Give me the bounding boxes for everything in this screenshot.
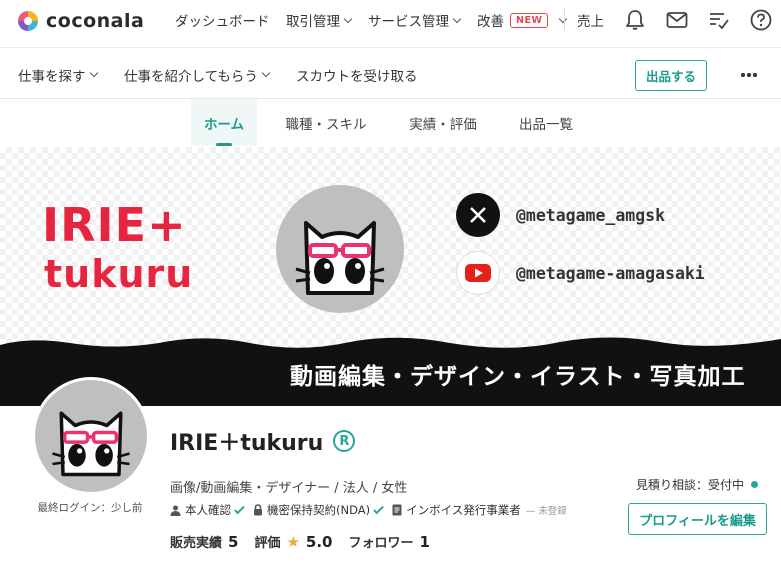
nav-improve[interactable]: 改善 NEW <box>477 0 568 40</box>
nav-get-referred[interactable]: 仕事を紹介してもらう <box>124 50 271 99</box>
profile-stats: 販売実績 5 評価 ★ 5.0 フォロワー 1 <box>170 532 446 551</box>
status-dot <box>751 481 759 488</box>
stat-followers-label: フォロワー <box>348 536 414 551</box>
mail-icon[interactable] <box>666 9 688 31</box>
chevron-down-icon <box>261 68 271 78</box>
nav-sales[interactable]: 売上 <box>577 0 604 40</box>
verification-nda-label: 機密保持契約(NDA) <box>267 503 371 517</box>
top-bar: coconala ダッシュボード 取引管理 サービス管理 改善 NEW 売上 <box>0 0 781 48</box>
banner-brand-line1: IRIE+ <box>42 198 187 252</box>
nav-transactions-label: 取引管理 <box>286 14 340 30</box>
nav-dashboard[interactable]: ダッシュボード <box>175 0 270 40</box>
nav-divider <box>564 8 565 30</box>
stat-sales[interactable]: 販売実績 5 <box>170 532 238 551</box>
verification-identity: 本人確認 <box>170 502 245 518</box>
lock-icon <box>253 504 263 516</box>
stat-rating[interactable]: 評価 ★ 5.0 <box>254 532 332 551</box>
new-badge: NEW <box>510 12 549 28</box>
profile-name: IRIE＋tukuru R <box>170 425 356 457</box>
profile-cover-banner: IRIE+ tukuru @metagame_amgsk @metagame-a… <box>0 147 781 406</box>
chevron-down-icon <box>343 14 353 23</box>
estimate-status: 見積り相談：受付中 <box>636 476 759 493</box>
profile-tabs: ホーム 職種・スキル 実績・評価 出品一覧 <box>0 99 781 146</box>
stat-sales-label: 販売実績 <box>170 536 223 551</box>
youtube-icon[interactable] <box>456 251 500 295</box>
x-handle: @metagame_amgsk <box>516 205 666 225</box>
logo-text: coconala <box>46 10 145 32</box>
tab-home[interactable]: ホーム <box>191 99 257 146</box>
social-youtube-row: @metagame-amagasaki <box>456 251 705 295</box>
nav-find-work-label: 仕事を探す <box>18 68 86 85</box>
nav-services[interactable]: サービス管理 <box>368 0 462 40</box>
social-x-row: @metagame_amgsk <box>456 193 665 237</box>
registered-mark-icon: R <box>333 430 356 452</box>
edit-profile-button[interactable]: プロフィールを編集 <box>628 503 767 535</box>
tab-listings[interactable]: 出品一覧 <box>505 99 587 146</box>
post-service-button[interactable]: 出品する <box>635 60 707 91</box>
x-logo-icon[interactable] <box>456 193 500 237</box>
verification-nda: 機密保持契約(NDA) <box>253 502 384 518</box>
banner-tagline: 動画編集・デザイン・イラスト・写真加工 <box>290 364 746 390</box>
nav-transactions[interactable]: 取引管理 <box>286 0 353 40</box>
stat-rating-label: 評価 <box>254 536 281 551</box>
banner-brand-line2: tukuru <box>44 252 194 296</box>
verification-invoice-label: インボイス発行事業者 <box>406 503 521 517</box>
chevron-down-icon <box>452 14 462 23</box>
stat-rating-value: 5.0 <box>305 533 333 551</box>
banner-cat-illustration <box>276 185 404 313</box>
avatar[interactable] <box>32 377 150 495</box>
invoice-status: — 未登録 <box>525 506 567 517</box>
person-icon <box>170 505 181 516</box>
nav-receive-scout[interactable]: スカウトを受け取る <box>296 50 418 99</box>
help-icon[interactable] <box>750 9 772 31</box>
bell-icon[interactable] <box>624 9 646 31</box>
tab-achievements[interactable]: 実績・評価 <box>395 99 491 146</box>
nav-services-label: サービス管理 <box>368 14 449 30</box>
youtube-handle: @metagame-amagasaki <box>516 263 705 283</box>
verification-invoice: インボイス発行事業者 — 未登録 <box>392 502 567 518</box>
verification-identity-label: 本人確認 <box>185 503 231 517</box>
check-icon <box>234 503 245 514</box>
nav-receive-scout-label: スカウトを受け取る <box>296 68 418 85</box>
coconala-logo[interactable]: coconala <box>16 9 144 33</box>
last-login: 最終ログイン：少し前 <box>37 502 143 514</box>
profile-meta: 画像/動画編集・デザイナー / 法人 / 女性 <box>170 481 408 496</box>
nav-sales-label: 売上 <box>577 14 604 30</box>
coconala-logo-icon <box>18 11 38 31</box>
tab-skills[interactable]: 職種・スキル <box>271 99 381 146</box>
check-icon <box>373 503 384 514</box>
more-options-icon[interactable] <box>740 66 758 84</box>
stat-followers[interactable]: フォロワー 1 <box>349 532 430 551</box>
checklist-icon[interactable] <box>708 9 730 31</box>
nav-dashboard-label: ダッシュボード <box>175 14 270 30</box>
invoice-status-text: 未登録 <box>538 506 567 517</box>
stat-sales-value: 5 <box>228 533 239 551</box>
estimate-status-label: 見積り相談：受付中 <box>636 478 745 492</box>
chevron-down-icon <box>89 68 98 78</box>
nav-improve-label: 改善 <box>477 14 504 30</box>
star-icon: ★ <box>286 533 300 551</box>
profile-name-text: IRIE＋tukuru <box>170 431 324 456</box>
stat-followers-value: 1 <box>419 533 430 551</box>
document-icon <box>392 504 402 516</box>
nav-find-work[interactable]: 仕事を探す <box>18 50 98 99</box>
verification-list: 本人確認 機密保持契約(NDA) インボイス発行事業者 — 未登録 <box>170 502 578 518</box>
nav-get-referred-label: 仕事を紹介してもらう <box>124 68 258 85</box>
